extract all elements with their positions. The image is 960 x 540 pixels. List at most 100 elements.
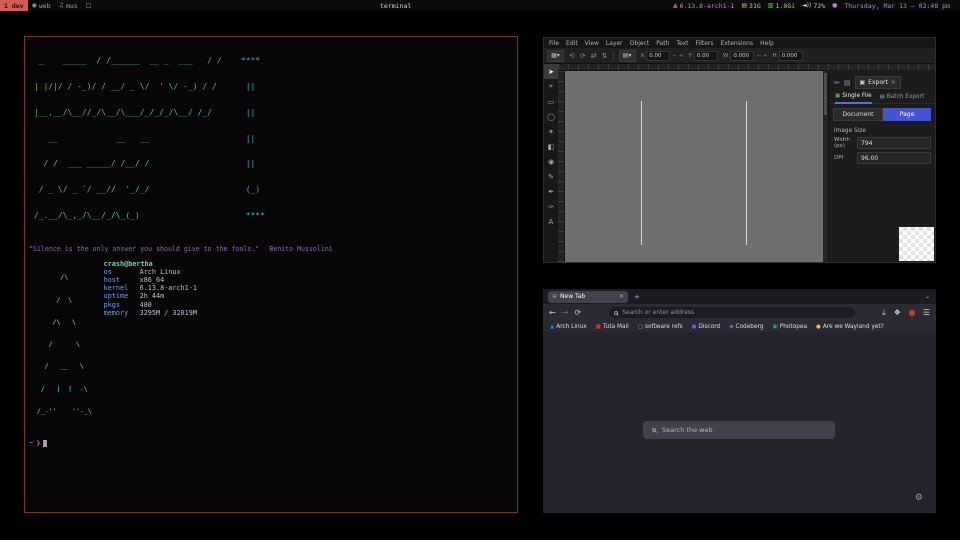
tab-list-chevron-icon[interactable]: ⌄ — [925, 293, 930, 300]
export-dock-tab[interactable]: ▣ Export × — [855, 76, 901, 89]
fetch-row-kernel: kernel6.13.8-arch1-1 — [104, 284, 197, 292]
bookmark-discord[interactable]: ● Discord — [692, 324, 721, 330]
close-icon[interactable]: × — [891, 79, 896, 86]
3d-box-tool[interactable]: ◧ — [544, 139, 558, 154]
menu-layer[interactable]: Layer — [606, 40, 623, 47]
focused-window-title: terminal — [380, 2, 411, 10]
stepper-plus[interactable]: + — [763, 53, 768, 59]
align-dropdown[interactable]: ▤▾ — [619, 50, 636, 62]
inkscape-canvas[interactable] — [565, 71, 823, 262]
volume-module[interactable]: ◄)) 72% — [802, 2, 825, 10]
stepper-minus[interactable]: − — [756, 53, 761, 59]
rectangle-tool[interactable]: ▭ — [544, 94, 558, 109]
bookmark-photopea[interactable]: ▣ Photopea — [773, 324, 808, 330]
x-input[interactable]: 0.00 — [646, 51, 670, 61]
rotate-cw-icon[interactable]: ⟳ — [580, 52, 586, 60]
flip-horizontal-icon[interactable]: ⇄ — [591, 52, 597, 60]
node-editor-tool[interactable]: ⌖ — [544, 79, 558, 94]
text-tool[interactable]: A — [544, 214, 558, 229]
star-tool[interactable]: ✶ — [544, 124, 558, 139]
selector-tool[interactable]: ➤ — [544, 64, 558, 79]
stepper-minus[interactable]: − — [672, 53, 677, 59]
page-button[interactable]: Page — [883, 108, 931, 121]
web-search-box[interactable]: Search the web — [643, 421, 835, 439]
menu-help[interactable]: Help — [760, 40, 774, 47]
y-input[interactable]: 0.00 — [694, 51, 718, 61]
browser-window[interactable]: ⊕ New Tab × + ⌄ ← → ⟳ Search or enter ad… — [543, 289, 936, 513]
bookmark-arch-linux[interactable]: ▲ Arch Linux — [550, 324, 587, 330]
inkscape-window[interactable]: File Edit View Layer Object Path Text Fi… — [543, 37, 936, 263]
inkscape-toolbox: ➤ ⌖ ▭ ◯ ✶ ◧ ◉ ✎ ✒ ✑ A — [544, 64, 558, 262]
workspace-4[interactable]: □ — [82, 0, 96, 11]
menu-hamburger-icon[interactable]: ☰ — [923, 308, 930, 317]
spiral-tool[interactable]: ◉ — [544, 154, 558, 169]
export-subtabs: ▣ Single File ▤ Batch Export — [829, 90, 935, 104]
vertical-ruler — [558, 71, 565, 262]
w-input[interactable]: 0.000 — [730, 51, 754, 61]
batch-export-tab[interactable]: ▤ Batch Export — [880, 90, 925, 104]
forward-button[interactable]: → — [562, 308, 569, 317]
workspace-web[interactable]: ◉ web — [28, 0, 55, 11]
layers-dock-icon[interactable]: ▤ — [844, 79, 851, 87]
active-tab[interactable]: ⊕ New Tab × — [548, 291, 628, 303]
pencil-dock-icon[interactable]: ✏ — [834, 79, 840, 87]
images-icon: ▤ — [880, 94, 885, 100]
bookmark-tuta-mail[interactable]: ■ Tuta Mail — [596, 324, 629, 330]
menu-object[interactable]: Object — [630, 40, 650, 47]
downloads-icon[interactable]: ⤓ — [882, 308, 886, 318]
menu-text[interactable]: Text — [676, 40, 688, 47]
kernel-module: ▲ 6.13.8-arch1-1 — [673, 2, 734, 10]
dpi-row: DPI 96.00 — [834, 152, 931, 164]
h-input[interactable]: 0.000 — [779, 51, 803, 61]
menu-filters[interactable]: Filters — [696, 40, 714, 47]
shell-prompt[interactable]: ~ ❯ — [29, 439, 513, 447]
menu-file[interactable]: File — [549, 40, 559, 47]
stepper-plus[interactable]: + — [679, 53, 684, 59]
clock-module: Thursday, Mar 13 — 02:48 pm — [844, 2, 950, 10]
bookmark-codeberg[interactable]: ◆ Codeberg — [729, 324, 763, 330]
fetch-row-uptime: uptime2h 44m — [104, 292, 197, 300]
workspace-dev[interactable]: 1 dev — [0, 0, 28, 11]
pencil-tool[interactable]: ✎ — [544, 169, 558, 184]
h-field: H 0.000 — [773, 51, 803, 61]
menu-path[interactable]: Path — [656, 40, 669, 47]
export-area-toggle: Document Page — [833, 108, 931, 121]
select-all-dropdown[interactable]: ▦▾ — [547, 50, 564, 62]
terminal-window[interactable]: _ _____ / /______ __ _ ___ / / **** | |/… — [24, 36, 518, 513]
document-button[interactable]: Document — [833, 108, 883, 121]
tab-strip: ⊕ New Tab × + ⌄ — [543, 289, 936, 304]
menu-edit[interactable]: Edit — [566, 40, 578, 47]
back-button[interactable]: ← — [549, 308, 556, 317]
tab-close-icon[interactable]: × — [619, 293, 624, 300]
newtab-settings-gear-icon[interactable]: ⚙ — [915, 493, 923, 503]
width-input[interactable]: 794 — [857, 137, 931, 149]
fetch-info: crash@bertha osArch Linux hostx86_64 ker… — [104, 260, 197, 430]
menu-extensions[interactable]: Extensions — [721, 40, 754, 47]
new-tab-button[interactable]: + — [634, 293, 640, 301]
ram-icon: ▥ — [768, 2, 774, 9]
extension-icon[interactable]: ❖ — [894, 308, 901, 317]
workspace-mus[interactable]: ♫ mus — [55, 0, 82, 11]
photopea-favicon-icon: ▣ — [773, 324, 778, 330]
calligraphy-tool[interactable]: ✑ — [544, 199, 558, 214]
bookmarks-bar: ▲ Arch Linux ■ Tuta Mail ▢ software refs… — [543, 321, 936, 332]
dpi-input[interactable]: 96.00 — [857, 152, 931, 164]
rotate-ccw-icon[interactable]: ⟲ — [569, 52, 575, 60]
pen-tool[interactable]: ✒ — [544, 184, 558, 199]
arch-favicon-icon: ▲ — [550, 324, 554, 330]
single-file-tab[interactable]: ▣ Single File — [835, 90, 872, 104]
bookmark-folder-software-refs[interactable]: ▢ software refs — [638, 324, 683, 330]
flip-vertical-icon[interactable]: ⇅ — [602, 52, 608, 60]
menu-view[interactable]: View — [585, 40, 599, 47]
status-bar: 1 dev ◉ web ♫ mus □ terminal ▲ 6.13.8-ar… — [0, 0, 960, 11]
image-icon: ▣ — [835, 93, 840, 99]
globe-icon: ◉ — [32, 2, 37, 9]
reload-button[interactable]: ⟳ — [574, 308, 581, 317]
workspace-label: web — [39, 2, 51, 10]
bookmark-are-we-wayland-yet[interactable]: ● Are we Wayland yet? — [816, 324, 884, 330]
adblock-extension-icon[interactable] — [909, 310, 915, 316]
ellipse-tool[interactable]: ◯ — [544, 109, 558, 124]
address-bar[interactable]: Search or enter address — [609, 307, 855, 318]
scrollbar-thumb[interactable] — [824, 73, 827, 115]
page-edge-right — [746, 101, 747, 245]
